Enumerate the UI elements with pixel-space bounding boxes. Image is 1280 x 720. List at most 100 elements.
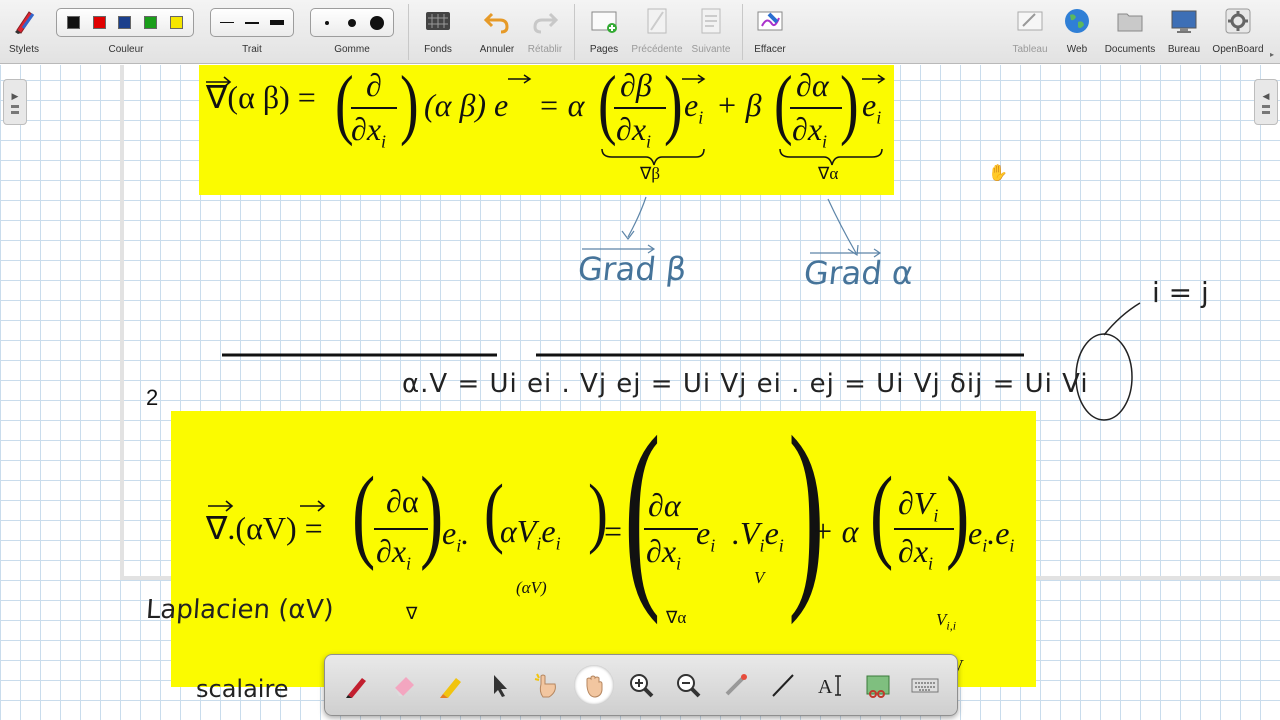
tool-palette: A	[324, 654, 958, 716]
eq2-paren4-close: )	[946, 457, 970, 573]
eq2-alpha-v: αV	[500, 513, 537, 549]
next-page-icon	[701, 8, 721, 34]
eq2-paren1-close: )	[420, 457, 444, 573]
highlighter-tool[interactable]	[431, 665, 471, 705]
precedente-button[interactable]: Précédente	[630, 0, 684, 64]
selector-tool[interactable]	[479, 665, 519, 705]
handwritten-dot-product: α.V = Ui ei . Vj ej = Ui Vj ei . ej = Ui…	[402, 369, 1089, 399]
keyboard-tool[interactable]	[905, 665, 945, 705]
eq2-plus-alpha: + α	[812, 513, 859, 549]
new-page-icon	[591, 11, 617, 33]
tableau-label: Tableau	[1012, 44, 1048, 55]
eq2-paren4-open: (	[870, 457, 894, 573]
eq2-dx3: ∂x	[898, 533, 929, 569]
eq2-ubrace-alphaV: (αV)	[516, 578, 547, 597]
annuler-button[interactable]: Annuler	[476, 0, 518, 64]
eq2-dx2: ∂x	[646, 533, 677, 569]
color-selector	[56, 8, 194, 37]
eq1-underbrace-grad-beta: ∇β	[640, 164, 661, 183]
color-blue-swatch[interactable]	[118, 16, 132, 29]
web-button[interactable]: Web	[1058, 0, 1096, 64]
zoom-in-icon	[629, 674, 654, 698]
color-yellow-swatch[interactable]	[169, 16, 183, 29]
arrow-pointer-icon	[493, 675, 507, 697]
laser-pointer-icon	[725, 674, 747, 696]
eq2-e2-sub: i	[710, 535, 716, 556]
eq2-alpha-v-e-sub: i	[555, 533, 561, 554]
effacer-label: Effacer	[754, 44, 786, 55]
eraser-medium-option[interactable]	[341, 18, 363, 27]
toolbar-more-arrow[interactable]: ▸	[1270, 50, 1274, 59]
line-tool[interactable]	[763, 665, 803, 705]
zoom-out-icon	[677, 674, 701, 698]
eq2-alpha-v-e-letter: e	[541, 513, 556, 549]
handwritten-grad-alpha: Grad α	[802, 254, 916, 292]
eq2-fraction3-denominator: ∂xi	[898, 535, 933, 572]
color-black-swatch[interactable]	[67, 16, 81, 29]
pages-button[interactable]: Pages	[582, 0, 626, 64]
highlighter-icon	[440, 678, 462, 698]
hand-icon	[586, 675, 603, 698]
color-red-swatch[interactable]	[92, 16, 106, 29]
main-toolbar: Stylets Couleur Trait Gomme Fonds Annule…	[0, 0, 1280, 64]
suivante-label: Suivante	[691, 44, 731, 55]
suivante-button[interactable]: Suivante	[688, 0, 734, 64]
laser-pointer-tool[interactable]	[716, 665, 756, 705]
eq2-dx3-sub: i	[928, 553, 934, 574]
eraser-icon	[395, 677, 415, 696]
pen-tool[interactable]	[337, 665, 377, 705]
eraser-small-option[interactable]	[316, 20, 338, 25]
bureau-button[interactable]: Bureau	[1162, 0, 1206, 64]
openboard-button[interactable]: OpenBoard	[1210, 0, 1266, 64]
board-icon	[1017, 11, 1043, 31]
whiteboard-canvas[interactable]: ▶ ◀ ∇(α β) = ( ∂ ∂xi ) (α β) e = α ( ∂β …	[0, 65, 1280, 720]
line-thin-option[interactable]	[216, 22, 238, 23]
line-medium-option[interactable]	[241, 21, 263, 24]
eraser-tool[interactable]	[384, 665, 424, 705]
retablir-label: Rétablir	[527, 44, 563, 55]
interact-tool[interactable]	[526, 665, 566, 705]
eq2-ubrace-nabla: ∇	[406, 604, 418, 623]
pen-icon	[345, 678, 366, 698]
zoom-in-tool[interactable]	[621, 665, 661, 705]
eq2-ubrace-V: V	[754, 568, 765, 587]
eq2-ubrace-Vii: Vi,i	[936, 611, 956, 631]
capture-tool[interactable]	[858, 665, 898, 705]
eq2-dx: ∂x	[376, 533, 407, 569]
zoom-out-tool[interactable]	[668, 665, 708, 705]
retablir-button[interactable]: Rétablir	[524, 0, 566, 64]
fonds-button[interactable]: Fonds	[416, 0, 460, 64]
openboard-label: OpenBoard	[1212, 44, 1264, 55]
line-thick-option[interactable]	[266, 20, 288, 25]
hand-cursor-icon: ✋	[988, 165, 1008, 182]
eq2-e2: e	[696, 515, 711, 551]
eq2-equals: =	[604, 513, 623, 549]
handwritten-laplacien: Laplacien (αV)	[144, 595, 335, 625]
color-green-swatch[interactable]	[144, 16, 158, 29]
gomme-group: Gomme	[310, 0, 394, 64]
eq2-dV: ∂V	[898, 485, 934, 521]
eq2-fraction3-bar	[894, 528, 954, 530]
text-tool[interactable]: A	[810, 665, 850, 705]
eq2-paren1-open: (	[352, 457, 376, 573]
eraser-size-selector	[310, 8, 394, 37]
eq2-Vii-sub: i,i	[946, 618, 957, 633]
eq2-numerator-partial: ∂α	[386, 483, 419, 519]
settings-gear-icon	[1225, 8, 1251, 34]
documents-button[interactable]: Documents	[1102, 0, 1158, 64]
eq2-lhs: ∇.(αV) =	[206, 510, 323, 546]
hand-tool[interactable]	[573, 665, 614, 705]
tableau-button[interactable]: Tableau	[1008, 0, 1052, 64]
eq2-dot1: .	[461, 515, 470, 551]
eq2-dx2-sub: i	[676, 553, 682, 574]
eraser-large-option[interactable]	[366, 15, 388, 30]
redo-icon	[533, 12, 559, 34]
couleur-label: Couleur	[108, 44, 144, 55]
line-width-selector	[210, 8, 294, 37]
eq2-e-dot-e: ei.ei	[968, 517, 1014, 554]
effacer-button[interactable]: Effacer	[750, 0, 790, 64]
page-number: 2	[146, 385, 159, 410]
toolbar-separator	[408, 4, 409, 60]
eq2-vi: V	[740, 515, 760, 551]
stylets-button[interactable]: Stylets	[4, 0, 44, 64]
